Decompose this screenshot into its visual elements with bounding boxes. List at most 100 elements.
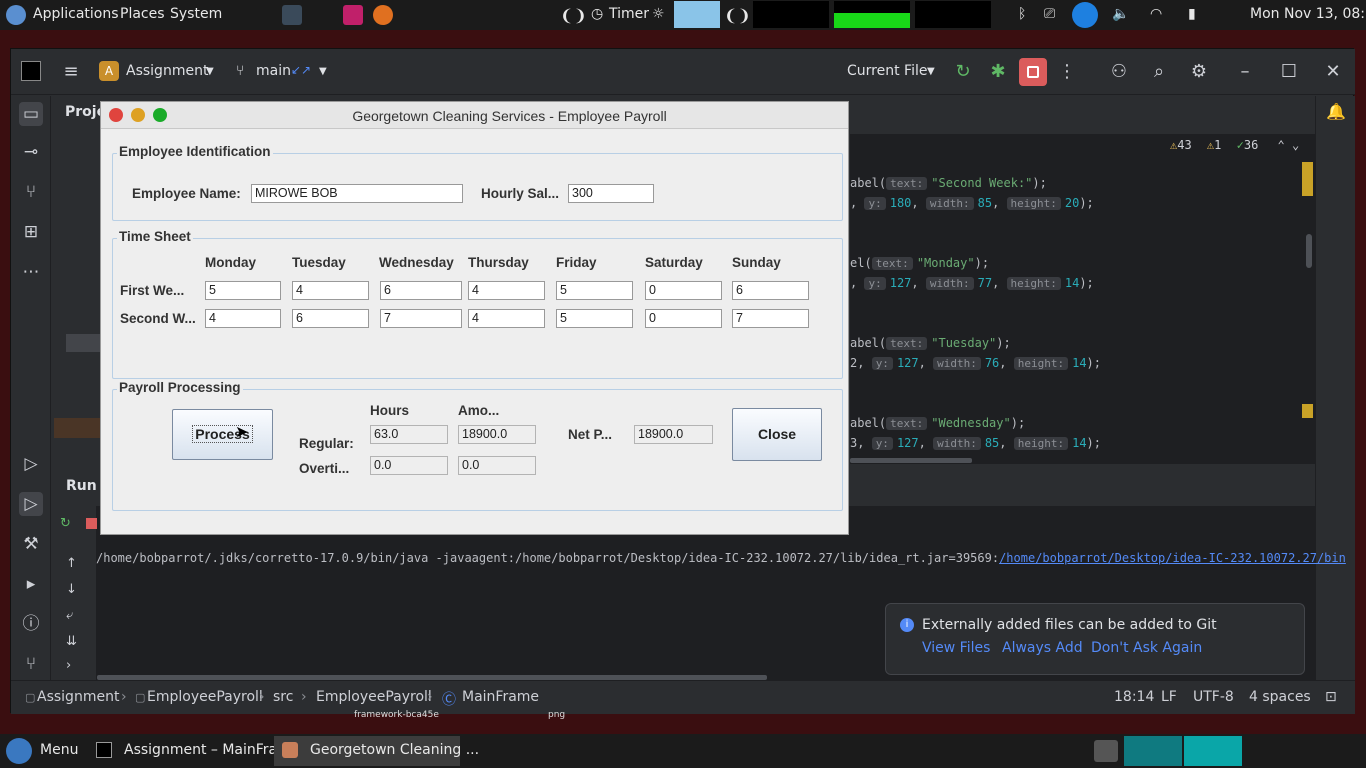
run-tab[interactable]: Run <box>66 478 97 494</box>
second-week-monday-field[interactable]: 4 <box>205 309 281 328</box>
problems-icon[interactable]: ⓘ <box>19 612 43 636</box>
pull-requests-icon[interactable]: ⑂ <box>19 180 43 204</box>
inspection-widget[interactable]: ⚠43 ⚠1 ✓36 ⌃ ⌄ <box>1170 138 1299 152</box>
menu-places[interactable]: Places <box>120 6 165 22</box>
branch-selector[interactable]: main <box>256 63 291 79</box>
first-week-saturday-field[interactable]: 0 <box>645 281 722 300</box>
second-week-sunday-field[interactable]: 7 <box>732 309 809 328</box>
menu-applications[interactable]: Applications <box>33 6 119 22</box>
breadcrumb-item[interactable]: EmployeePayroll <box>147 689 263 705</box>
file-encoding[interactable]: UTF-8 <box>1193 689 1234 705</box>
terminal-icon[interactable]: ▸ <box>19 572 43 596</box>
view-files-link[interactable]: View Files <box>922 640 990 656</box>
accessibility-icon[interactable] <box>1072 2 1098 28</box>
dont-ask-again-link[interactable]: Don't Ask Again <box>1091 640 1202 656</box>
desktop-icon-label[interactable]: framework-bca45e <box>354 710 439 720</box>
search-icon[interactable]: ⌕ <box>1147 60 1171 84</box>
line-separator[interactable]: LF <box>1161 689 1177 705</box>
always-add-link[interactable]: Always Add <box>1002 640 1083 656</box>
more-tools-icon[interactable]: ⋯ <box>19 260 43 284</box>
rerun-console-icon[interactable]: ↻ <box>60 516 71 531</box>
clock-datetime[interactable]: Mon Nov 13, 08:17 <box>1250 6 1366 22</box>
second-week-friday-field[interactable]: 5 <box>556 309 633 328</box>
first-week-tuesday-field[interactable]: 4 <box>292 281 369 300</box>
notifications-bell-icon[interactable]: 🔔 <box>1324 102 1348 126</box>
scroll-down-icon[interactable]: ↓ <box>66 582 77 597</box>
breadcrumb-item[interactable]: src <box>273 689 293 705</box>
run-tool-icon[interactable]: ▷ <box>19 492 43 516</box>
git-icon[interactable]: ⑂ <box>19 652 43 676</box>
start-menu-button[interactable]: Menu <box>40 742 78 758</box>
menu-logo-icon[interactable] <box>6 738 32 764</box>
workspace-2[interactable] <box>1184 736 1242 766</box>
add-user-icon[interactable]: ⚇ <box>1107 60 1131 84</box>
second-week-thursday-field[interactable]: 4 <box>468 309 545 328</box>
overtime-amount-field[interactable]: 0.0 <box>458 456 536 475</box>
commit-tool-icon[interactable]: ⊸ <box>19 140 43 164</box>
run-config-selector[interactable]: Current File <box>847 63 927 79</box>
bluetooth-icon[interactable]: ᛒ <box>1018 6 1026 22</box>
fish-applet-icon[interactable] <box>674 1 720 28</box>
caret-position[interactable]: 18:14 <box>1114 689 1154 705</box>
first-week-thursday-field[interactable]: 4 <box>468 281 545 300</box>
first-week-sunday-field[interactable]: 6 <box>732 281 809 300</box>
employee-name-field[interactable]: MIROWE BOB <box>251 184 463 203</box>
run-command-link[interactable]: /home/bobparrot/Desktop/idea-IC-232.1007… <box>999 551 1346 565</box>
main-menu-icon[interactable]: ≡ <box>59 60 83 84</box>
battery-icon[interactable]: ▮ <box>1188 6 1196 22</box>
net-pay-field[interactable]: 18900.0 <box>634 425 713 444</box>
terminal-launcher-icon[interactable] <box>282 5 302 25</box>
display-icon[interactable]: ⎚ <box>1044 6 1055 22</box>
close-window-icon[interactable]: ✕ <box>1321 60 1345 84</box>
archive-manager-icon[interactable] <box>1094 740 1118 762</box>
second-week-wednesday-field[interactable]: 7 <box>380 309 462 328</box>
expand-icon[interactable]: › <box>66 658 71 673</box>
soft-wrap-icon[interactable]: ⤶ <box>66 608 73 623</box>
volume-icon[interactable]: 🔈 <box>1112 6 1129 22</box>
second-week-tuesday-field[interactable]: 6 <box>292 309 369 328</box>
breadcrumb-item[interactable]: MainFrame <box>462 689 539 705</box>
build-icon[interactable]: ⚒ <box>19 532 43 556</box>
wifi-icon[interactable]: ◠ <box>1150 6 1162 22</box>
maximize-icon[interactable]: ☐ <box>1277 60 1301 84</box>
debug-icon[interactable]: ✱ <box>986 60 1010 84</box>
minimize-icon[interactable]: – <box>1233 60 1257 84</box>
first-week-monday-field[interactable]: 5 <box>205 281 281 300</box>
intellij-launcher-icon[interactable] <box>343 5 363 25</box>
settings-gear-icon[interactable]: ⚙ <box>1187 60 1211 84</box>
first-week-wednesday-field[interactable]: 6 <box>380 281 462 300</box>
services-icon[interactable]: ▷ <box>19 452 43 476</box>
timer-label[interactable]: Timer <box>609 6 649 22</box>
more-actions-icon[interactable]: ⋮ <box>1055 60 1079 84</box>
breadcrumb-item[interactable]: Assignment <box>37 689 119 705</box>
gnome-foot-icon[interactable] <box>6 5 26 25</box>
regular-amount-field[interactable]: 18900.0 <box>458 425 536 444</box>
project-selector[interactable]: Assignment <box>126 63 208 79</box>
hourly-salary-field[interactable]: 300 <box>568 184 654 203</box>
workspace-1[interactable] <box>1124 736 1182 766</box>
desktop-icon-label[interactable]: png <box>548 710 565 720</box>
stop-console-icon[interactable] <box>86 518 97 529</box>
editor-v-scrollbar[interactable] <box>1306 234 1312 268</box>
second-week-saturday-field[interactable]: 0 <box>645 309 722 328</box>
first-week-friday-field[interactable]: 5 <box>556 281 633 300</box>
firefox-launcher-icon[interactable] <box>373 5 393 25</box>
stop-button[interactable] <box>1019 58 1047 86</box>
structure-icon[interactable]: ⊞ <box>19 220 43 244</box>
editor-h-scrollbar[interactable] <box>850 458 972 463</box>
indent-setting[interactable]: 4 spaces <box>1249 689 1311 705</box>
code-editor[interactable]: ⚠43 ⚠1 ✓36 ⌃ ⌄ abel(text: "Second Week:")… <box>850 134 1315 464</box>
task-payroll[interactable]: Georgetown Cleaning ... <box>274 736 479 766</box>
scroll-end-icon[interactable]: ⇊ <box>66 634 77 649</box>
overtime-hours-field[interactable]: 0.0 <box>370 456 448 475</box>
close-button[interactable]: Close <box>732 408 822 461</box>
menu-system[interactable]: System <box>170 6 222 22</box>
breadcrumb-item[interactable]: EmployeePayroll <box>316 689 432 705</box>
rerun-icon[interactable]: ↻ <box>951 60 975 84</box>
task-intellij[interactable]: Assignment – MainFra... <box>88 736 290 766</box>
project-tool-icon[interactable]: ▭ <box>19 102 43 126</box>
lock-icon[interactable]: ⊡ <box>1325 689 1337 705</box>
regular-hours-field[interactable]: 63.0 <box>370 425 448 444</box>
scroll-up-icon[interactable]: ↑ <box>66 556 77 571</box>
process-button[interactable]: Process <box>172 409 273 460</box>
